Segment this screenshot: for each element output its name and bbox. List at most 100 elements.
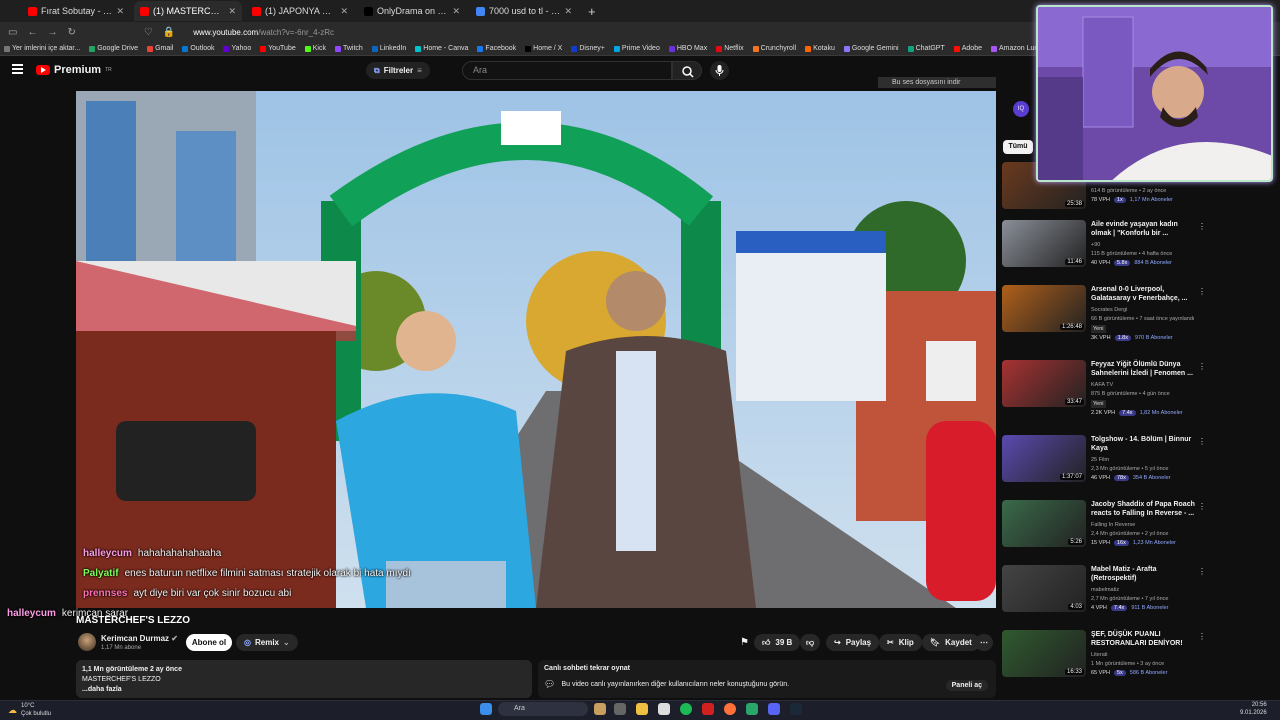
save-button[interactable]: 🔖︎ Kaydet <box>922 634 980 651</box>
bookmark-item[interactable]: Gmail <box>147 45 173 52</box>
favorite-icon[interactable]: ♡ <box>144 27 153 38</box>
video-title[interactable]: Feyyaz Yiğit Ölümlü Dünya Sahnelerini İz… <box>1091 360 1195 378</box>
recommended-video[interactable]: 4:03 Mabel Matiz - Arafta (Retrospektif) ⋮… <box>1002 565 1272 625</box>
video-thumbnail[interactable]: 16:33 <box>1002 630 1086 677</box>
youtube-premium-logo[interactable]: Premium TR <box>36 64 112 76</box>
clip-button[interactable]: ✂ Klip <box>879 634 922 651</box>
video-thumbnail[interactable]: 5:26 <box>1002 500 1086 547</box>
channel-name[interactable]: Socrates Dergi <box>1091 306 1127 314</box>
forward-icon[interactable]: → <box>47 27 57 38</box>
more-options-icon[interactable]: ⋮ <box>1198 287 1206 296</box>
bookmark-item[interactable]: Google Gemini <box>843 45 899 52</box>
bookmark-item[interactable]: LinkedIn <box>371 45 406 52</box>
video-thumbnail[interactable]: 1:37:07 <box>1002 435 1086 482</box>
bookmark-item[interactable]: Yahoo <box>223 45 251 52</box>
system-clock[interactable]: 20:56 9.01.2026 <box>1240 701 1267 717</box>
recommended-video[interactable]: 1:26:48 Arsenal 0-0 Liverpool, Galatasara… <box>1002 285 1272 345</box>
description-box[interactable]: 1,1 Mn görüntüleme 2 ay önce MASTERCHEF'… <box>76 660 532 698</box>
subscribe-button[interactable]: Abone ol <box>186 634 232 651</box>
show-more-link[interactable]: ...daha fazla <box>82 685 526 695</box>
open-panel-button[interactable]: Paneli aç <box>945 680 988 691</box>
weather-widget[interactable]: ☁ 10°C Çok bulutlu <box>8 702 51 718</box>
dislike-button[interactable]: 👎︎ <box>800 634 821 651</box>
bookmark-item[interactable]: Netflix <box>716 45 744 52</box>
bookmark-item[interactable]: Google Drive <box>89 45 138 52</box>
bookmark-item[interactable]: Adobe <box>953 45 982 52</box>
more-options-icon[interactable]: ⋮ <box>1198 362 1206 371</box>
url-field[interactable]: www.youtube.com/watch?v=-6nr_4-zRc <box>193 28 334 37</box>
firefox-icon[interactable] <box>724 703 736 715</box>
bookmark-item[interactable]: Home - Canva <box>415 45 468 52</box>
more-actions-button[interactable]: ⋯ <box>975 634 993 651</box>
recommended-video[interactable]: 5:26 Jacoby Shaddix of Papa Roach reacts … <box>1002 500 1272 560</box>
browser-tab[interactable]: Fırat Sobutay - YouTube ✕ <box>22 1 130 21</box>
browser-tab[interactable]: (1) MASTERCHEF'S LEZZO - You ✕ <box>134 1 242 21</box>
video-thumbnail[interactable]: 11:46 <box>1002 220 1086 267</box>
spotify-icon[interactable] <box>680 703 692 715</box>
close-tab-icon[interactable]: ✕ <box>228 6 236 17</box>
browser-tab[interactable]: 7000 usd to tl - Google Search ✕ <box>470 1 578 21</box>
bookmark-item[interactable]: Crunchyroll <box>752 45 796 52</box>
search-input[interactable]: Ara <box>462 61 672 80</box>
bookmark-item[interactable]: Kotaku <box>805 45 835 52</box>
channel-name[interactable]: Literati <box>1091 651 1108 659</box>
bookmark-item[interactable]: ChatGPT <box>907 45 945 52</box>
more-options-icon[interactable]: ⋮ <box>1198 567 1206 576</box>
browser-tab[interactable]: (1) JAPONYA SOKAK LEZZETLE ✕ <box>246 1 354 21</box>
share-button[interactable]: ↪ Paylaş <box>826 634 880 651</box>
channel-name[interactable]: Falling In Reverse <box>1091 521 1135 529</box>
bookmark-item[interactable]: Kick <box>304 45 326 52</box>
video-title[interactable]: ŞEF, DÜŞÜK PUANLI RESTORANLARI DENİYOR! <box>1091 630 1195 648</box>
video-title[interactable]: Jacoby Shaddix of Papa Roach reacts to F… <box>1091 500 1195 518</box>
reload-icon[interactable]: ↻ <box>67 27 75 38</box>
file-explorer-icon[interactable] <box>636 703 648 715</box>
task-view-icon[interactable] <box>614 703 626 715</box>
new-tab-button[interactable]: + <box>588 4 596 19</box>
bookmark-item[interactable]: Outlook <box>182 45 214 52</box>
bookmark-item[interactable]: Disney+ <box>571 45 605 52</box>
bookmark-item[interactable]: Home / X <box>525 45 562 52</box>
more-options-icon[interactable]: ⋮ <box>1198 632 1206 641</box>
filters-button[interactable]: ⧉ Filtreler ≡ <box>366 62 430 79</box>
search-button[interactable] <box>672 61 702 80</box>
like-button[interactable]: 👍︎ 39 B <box>754 634 801 651</box>
voice-search-button[interactable] <box>710 61 729 80</box>
recommended-video[interactable]: 33:47 Feyyaz Yiğit Ölümlü Dünya Sahneleri… <box>1002 360 1272 420</box>
sidebar-toggle-icon[interactable]: ▭ <box>8 27 17 38</box>
more-options-icon[interactable]: ⋮ <box>1198 222 1206 231</box>
video-title[interactable]: Arsenal 0-0 Liverpool, Galatasaray v Fen… <box>1091 285 1195 303</box>
more-options-icon[interactable]: ⋮ <box>1198 437 1206 446</box>
bookmark-item[interactable]: HBO Max <box>668 45 707 52</box>
channel-name[interactable]: 25 Film <box>1091 456 1109 464</box>
channel-name[interactable]: KAFA TV <box>1091 381 1113 389</box>
more-options-icon[interactable]: ⋮ <box>1198 502 1206 511</box>
discord-icon[interactable] <box>768 703 780 715</box>
bookmark-item[interactable]: YouTube <box>260 45 296 52</box>
download-audio-hint[interactable]: Bu ses dosyasını indir <box>878 77 996 88</box>
windows-start-icon[interactable] <box>480 703 492 715</box>
back-icon[interactable]: ← <box>27 27 37 38</box>
video-thumbnail[interactable]: 1:26:48 <box>1002 285 1086 332</box>
recommended-video[interactable]: 11:46 Aile evinde yaşayan kadın olmak | "… <box>1002 220 1272 280</box>
close-tab-icon[interactable]: ✕ <box>564 6 572 17</box>
browser-tab[interactable]: OnlyDrama on X: "Fırat Sobutay ✕ <box>358 1 466 21</box>
video-thumbnail[interactable]: 4:03 <box>1002 565 1086 612</box>
bookmark-item[interactable]: Facebook <box>477 45 516 52</box>
bookmark-item[interactable]: Amazon Luna <box>991 45 1042 52</box>
close-tab-icon[interactable]: ✕ <box>340 6 348 17</box>
remix-button[interactable]: ◎ Remix ⌄ <box>236 634 298 651</box>
steam-icon[interactable] <box>790 703 802 715</box>
bookmark-item[interactable]: Yer imlerini içe aktar... <box>4 45 80 52</box>
channel-name[interactable]: Kerimcan Durmaz ✔ <box>101 634 178 643</box>
taskbar-search[interactable]: Ara <box>498 702 588 716</box>
channel-avatar[interactable] <box>78 633 96 651</box>
app-w-icon[interactable] <box>702 703 714 715</box>
hype-icon[interactable]: ⚑ <box>740 637 749 648</box>
video-title[interactable]: Tolgshow - 14. Bölüm | Binnur Kaya <box>1091 435 1195 453</box>
video-player[interactable]: halleycum hahahahahahaaha Palyatif enes ba… <box>76 91 996 608</box>
close-tab-icon[interactable]: ✕ <box>116 6 124 17</box>
video-title[interactable]: Mabel Matiz - Arafta (Retrospektif) <box>1091 565 1195 583</box>
app-icon[interactable] <box>746 703 758 715</box>
video-title[interactable]: Aile evinde yaşayan kadın olmak | "Konfo… <box>1091 220 1195 238</box>
bookmark-item[interactable]: Twitch <box>334 45 363 52</box>
